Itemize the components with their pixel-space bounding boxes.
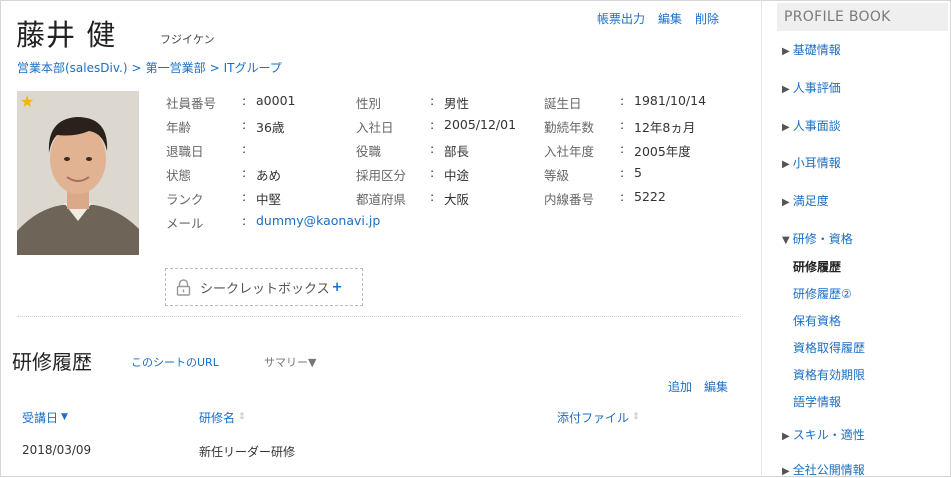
sidebar-subitem-qualifications[interactable]: 保有資格: [793, 312, 841, 329]
column-header-attachment[interactable]: 添付ファイル ⇕: [557, 409, 640, 426]
print-report-link[interactable]: 帳票出力: [597, 10, 645, 27]
info-value: 大阪: [444, 192, 470, 207]
info-label: 誕生日: [544, 96, 582, 111]
sidebar-subitem-qualification-expiry[interactable]: 資格有効期限: [793, 366, 865, 383]
edit-records-link[interactable]: 編集: [704, 378, 728, 395]
info-label: 状態: [166, 168, 192, 183]
section-title: 研修履歴: [12, 350, 92, 374]
info-value: a0001: [256, 93, 296, 108]
info-label: 都道府県: [356, 192, 407, 207]
sidebar-item-interview[interactable]: ▶ 人事面談: [782, 117, 841, 134]
chevron-right-icon: ▶: [782, 46, 790, 57]
header-actions: 帳票出力 編集 削除: [597, 10, 719, 27]
column-header-training-name[interactable]: 研修名 ⇕: [199, 409, 246, 426]
sidebar-item-public-info[interactable]: ▶ 全社公開情報: [782, 461, 865, 478]
delete-profile-link[interactable]: 削除: [695, 10, 719, 27]
info-label: 入社日: [356, 120, 394, 135]
email-link[interactable]: dummy@kaonavi.jp: [256, 213, 380, 228]
email-label: メール: [166, 216, 204, 231]
sidebar-subitem-qualification-history[interactable]: 資格取得履歴: [793, 339, 865, 356]
sort-icon: ⇕: [238, 412, 246, 422]
breadcrumb-division[interactable]: 営業本部(salesDiv.): [17, 61, 128, 75]
info-label: 内線番号: [544, 192, 595, 207]
sidebar-item-skills[interactable]: ▶ スキル・適性: [782, 426, 865, 443]
chevron-right-icon: ▶: [782, 466, 790, 477]
sidebar-subitem-training-history-2[interactable]: 研修履歴②: [793, 285, 852, 302]
secret-box-button[interactable]: シークレットボックス +: [165, 268, 363, 306]
info-label: 退職日: [166, 144, 204, 159]
info-value: 12年8ヵ月: [634, 120, 696, 135]
summary-dropdown[interactable]: サマリー▼: [264, 354, 316, 370]
sidebar-item-training[interactable]: ▼ 研修・資格: [782, 230, 853, 247]
info-value: 5: [634, 165, 642, 180]
lock-icon: [176, 278, 191, 296]
sidebar-subitem-language[interactable]: 語学情報: [793, 393, 841, 410]
info-label: 年齢: [166, 120, 192, 135]
section-divider: [17, 316, 741, 317]
breadcrumb: 営業本部(salesDiv.) > 第一営業部 > ITグループ: [17, 61, 282, 75]
sidebar-item-satisfaction[interactable]: ▶ 満足度: [782, 192, 829, 209]
sort-icon: ⇕: [632, 412, 640, 422]
panel-separator: [761, 0, 762, 477]
chevron-down-icon: ▼: [782, 235, 790, 246]
edit-profile-link[interactable]: 編集: [658, 10, 682, 27]
chevron-right-icon: ▶: [782, 431, 790, 442]
info-value: 36歳: [256, 120, 285, 135]
secret-box-label: シークレットボックス: [200, 281, 330, 297]
chevron-right-icon: ▶: [782, 122, 790, 133]
sidebar-subitem-training-history[interactable]: 研修履歴: [793, 258, 841, 275]
employee-name: 藤井 健: [16, 18, 117, 52]
info-value: 男性: [444, 96, 470, 111]
profile-book-title: PROFILE BOOK: [777, 3, 948, 31]
sidebar-item-evaluation[interactable]: ▶ 人事評価: [782, 79, 841, 96]
column-header-date[interactable]: 受講日 ▼: [22, 409, 68, 426]
info-label: 採用区分: [356, 168, 407, 183]
info-label: 勤続年数: [544, 120, 595, 135]
chevron-right-icon: ▶: [782, 159, 790, 170]
info-value: 部長: [444, 144, 470, 159]
info-value: あめ: [256, 168, 282, 183]
info-label: 社員番号: [166, 96, 217, 111]
sidebar-item-notes[interactable]: ▶ 小耳情報: [782, 154, 841, 171]
info-label: ランク: [166, 192, 204, 207]
info-label: 性別: [356, 96, 382, 111]
sidebar-item-basic-info[interactable]: ▶ 基礎情報: [782, 41, 841, 58]
info-value: 5222: [634, 189, 666, 204]
employee-photo: [17, 91, 139, 255]
info-label: 等級: [544, 168, 570, 183]
chevron-right-icon: ▶: [782, 197, 790, 208]
favorite-star-icon[interactable]: ★: [20, 94, 34, 110]
chevron-right-icon: ▶: [782, 84, 790, 95]
info-value: 1981/10/14: [634, 93, 707, 108]
info-value: 2005/12/01: [444, 117, 517, 132]
section-actions: 追加 編集: [668, 378, 728, 395]
breadcrumb-group[interactable]: ITグループ: [224, 61, 282, 75]
sort-desc-icon: ▼: [61, 412, 68, 422]
table-cell-date: 2018/03/09: [22, 443, 92, 457]
info-label: 役職: [356, 144, 382, 159]
info-value: 中途: [444, 168, 470, 183]
info-value: 2005年度: [634, 144, 691, 159]
sheet-url-link[interactable]: このシートのURL: [131, 354, 219, 370]
info-value: 中堅: [256, 192, 282, 207]
breadcrumb-department[interactable]: 第一営業部: [146, 61, 206, 75]
plus-icon: +: [331, 279, 343, 295]
table-cell-training-name: 新任リーダー研修: [199, 445, 296, 459]
add-record-link[interactable]: 追加: [668, 378, 692, 395]
info-label: 入社年度: [544, 144, 595, 159]
employee-kana: フジイケン: [160, 33, 215, 46]
